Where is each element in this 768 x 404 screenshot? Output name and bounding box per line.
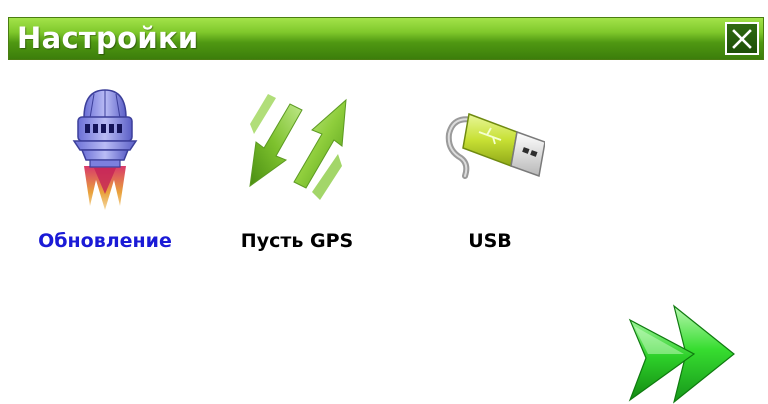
update-rocket-icon [72, 89, 138, 210]
tile-usb[interactable]: USB [415, 84, 565, 264]
close-icon [732, 29, 752, 49]
title-bar: Настройки [8, 17, 764, 60]
tile-update[interactable]: Обновление [30, 84, 180, 264]
next-button[interactable] [626, 300, 738, 404]
close-button[interactable] [725, 22, 759, 55]
gps-path-arrows-icon [249, 94, 347, 200]
settings-screen: Настройки Обновление Пусть GPS USB [0, 0, 768, 404]
tile-usb-label: USB [468, 230, 512, 252]
tile-gps-path-label: Пусть GPS [240, 230, 354, 252]
window-title: Настройки [17, 21, 199, 55]
usb-drive-icon [445, 112, 545, 179]
double-arrow-right-icon [628, 304, 735, 404]
tile-update-label: Обновление [38, 230, 172, 252]
tile-gps-path[interactable]: Пусть GPS [222, 84, 372, 264]
